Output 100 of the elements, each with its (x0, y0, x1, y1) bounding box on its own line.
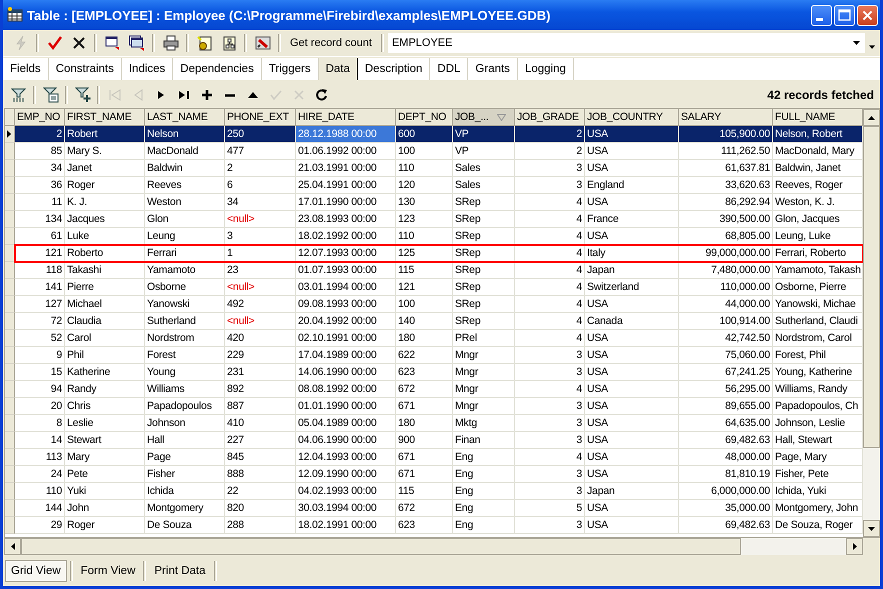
table-cell: 888 (225, 466, 296, 483)
table-cell: SRep (453, 313, 515, 330)
table-cell: 4 (515, 211, 585, 228)
table-cell: 492 (225, 296, 296, 313)
table-cell: 4 (515, 194, 585, 211)
tab[interactable]: Data (318, 58, 358, 80)
row-indicator[interactable] (5, 126, 15, 143)
column-header[interactable]: DEPT_NO (396, 109, 453, 126)
table-cell: 02.10.1991 00:00 (296, 330, 396, 347)
table-cell: 600 (396, 126, 453, 143)
table-cell: PRel (453, 330, 515, 347)
scroll-left-button[interactable] (4, 538, 21, 555)
table-cell: 288 (225, 517, 296, 534)
table-cell: 845 (225, 449, 296, 466)
view-tab[interactable]: Grid View (5, 560, 67, 582)
tab[interactable]: Fields (3, 58, 49, 80)
filter-icon (10, 87, 26, 103)
table-cell: 75,060.00 (679, 347, 773, 364)
scroll-right-button[interactable] (846, 538, 863, 555)
table-cell: 4 (515, 296, 585, 313)
grid-arrows-icon (128, 35, 144, 51)
table-cell: 2 (515, 143, 585, 160)
table-cell: 7,480,000.00 (679, 262, 773, 279)
column-header[interactable]: JOB_... (453, 109, 515, 126)
table-cell: 64,635.00 (679, 415, 773, 432)
tab[interactable]: DDL (430, 58, 468, 80)
table-cell: 23.08.1993 00:00 (296, 211, 396, 228)
table-cell: 4 (515, 279, 585, 296)
left-arrow-icon (10, 543, 14, 550)
column-header[interactable]: SALARY (679, 109, 773, 126)
table-cell: 672 (396, 500, 453, 517)
table-cell: Sutherland (145, 313, 225, 330)
table-cell: 420 (225, 330, 296, 347)
table-cell: 22 (225, 483, 296, 500)
tab[interactable]: Logging (518, 58, 574, 80)
tab[interactable]: Dependencies (173, 58, 262, 80)
minimize-button[interactable] (811, 4, 832, 26)
table-cell: 86,292.94 (679, 194, 773, 211)
table-cell: USA (585, 228, 679, 245)
table-cell: 130 (396, 194, 453, 211)
tab[interactable]: Description (358, 58, 430, 80)
tab[interactable]: Constraints (48, 58, 122, 80)
table-combo-box[interactable]: EMPLOYEE (388, 33, 865, 53)
table-cell: 12.07.1993 00:00 (296, 245, 396, 262)
column-header[interactable]: JOB_GRADE (515, 109, 585, 126)
table-cell: Roger (65, 517, 145, 534)
cross-icon (70, 35, 86, 51)
table-cell: Roberto (65, 245, 145, 262)
table-cell: 134 (15, 211, 65, 228)
scroll-thumb[interactable] (863, 126, 880, 448)
table-cell: SRep (453, 279, 515, 296)
column-header[interactable]: FIRST_NAME (65, 109, 145, 126)
column-header[interactable]: LAST_NAME (145, 109, 225, 126)
table-cell: SRep (453, 228, 515, 245)
scroll-up-button[interactable] (863, 109, 880, 126)
table-cell: 115 (396, 483, 453, 500)
view-tab[interactable]: Form View (76, 561, 140, 581)
get-record-count-button[interactable]: Get record count (285, 35, 377, 51)
table-cell: Baldwin (145, 160, 225, 177)
tab[interactable]: Grants (468, 58, 518, 80)
table-cell: 01.07.1993 00:00 (296, 262, 396, 279)
tab[interactable]: Indices (122, 58, 174, 80)
table-cell: 29 (15, 517, 65, 534)
table-cell: 34 (15, 160, 65, 177)
maximize-button[interactable] (834, 4, 855, 26)
table-cell: 180 (396, 415, 453, 432)
table-cell: Yuki (65, 483, 145, 500)
column-header[interactable]: FULL_NAME (773, 109, 863, 126)
table-cell: 30.03.1994 00:00 (296, 500, 396, 517)
table-cell: Takashi (65, 262, 145, 279)
column-header[interactable]: EMP_NO (15, 109, 65, 126)
vertical-scrollbar[interactable] (863, 109, 880, 537)
table-cell: USA (585, 517, 679, 534)
table-cell: Mngr (453, 364, 515, 381)
table-cell: Montgomery (145, 500, 225, 517)
view-tab[interactable]: Print Data (149, 561, 211, 581)
table-cell: Italy (585, 245, 679, 262)
table-cell: Stewart (65, 432, 145, 449)
table-cell: Sales (453, 177, 515, 194)
table-cell: 3 (515, 483, 585, 500)
printer-icon (162, 35, 178, 51)
scroll-thumb[interactable] (21, 538, 741, 555)
table-cell: 12.09.1990 00:00 (296, 466, 396, 483)
table-cell: 44,000.00 (679, 296, 773, 313)
table-cell: 4 (515, 313, 585, 330)
scroll-down-button[interactable] (863, 520, 880, 537)
table-cell: Osborne (145, 279, 225, 296)
grid-arrow-icon (104, 35, 120, 51)
first-icon (106, 87, 122, 103)
table-cell: SRep (453, 211, 515, 228)
sort-descending-icon (496, 114, 506, 120)
table-cell: VP (453, 126, 515, 143)
table-cell: 671 (396, 398, 453, 415)
minimize-icon (816, 18, 823, 20)
table-cell: Page (145, 449, 225, 466)
column-header[interactable]: JOB_COUNTRY (585, 109, 679, 126)
horizontal-scrollbar[interactable] (4, 538, 880, 555)
column-header[interactable]: PHONE_EXT (225, 109, 296, 126)
column-header[interactable]: HIRE_DATE (296, 109, 396, 126)
close-button[interactable] (857, 4, 878, 26)
